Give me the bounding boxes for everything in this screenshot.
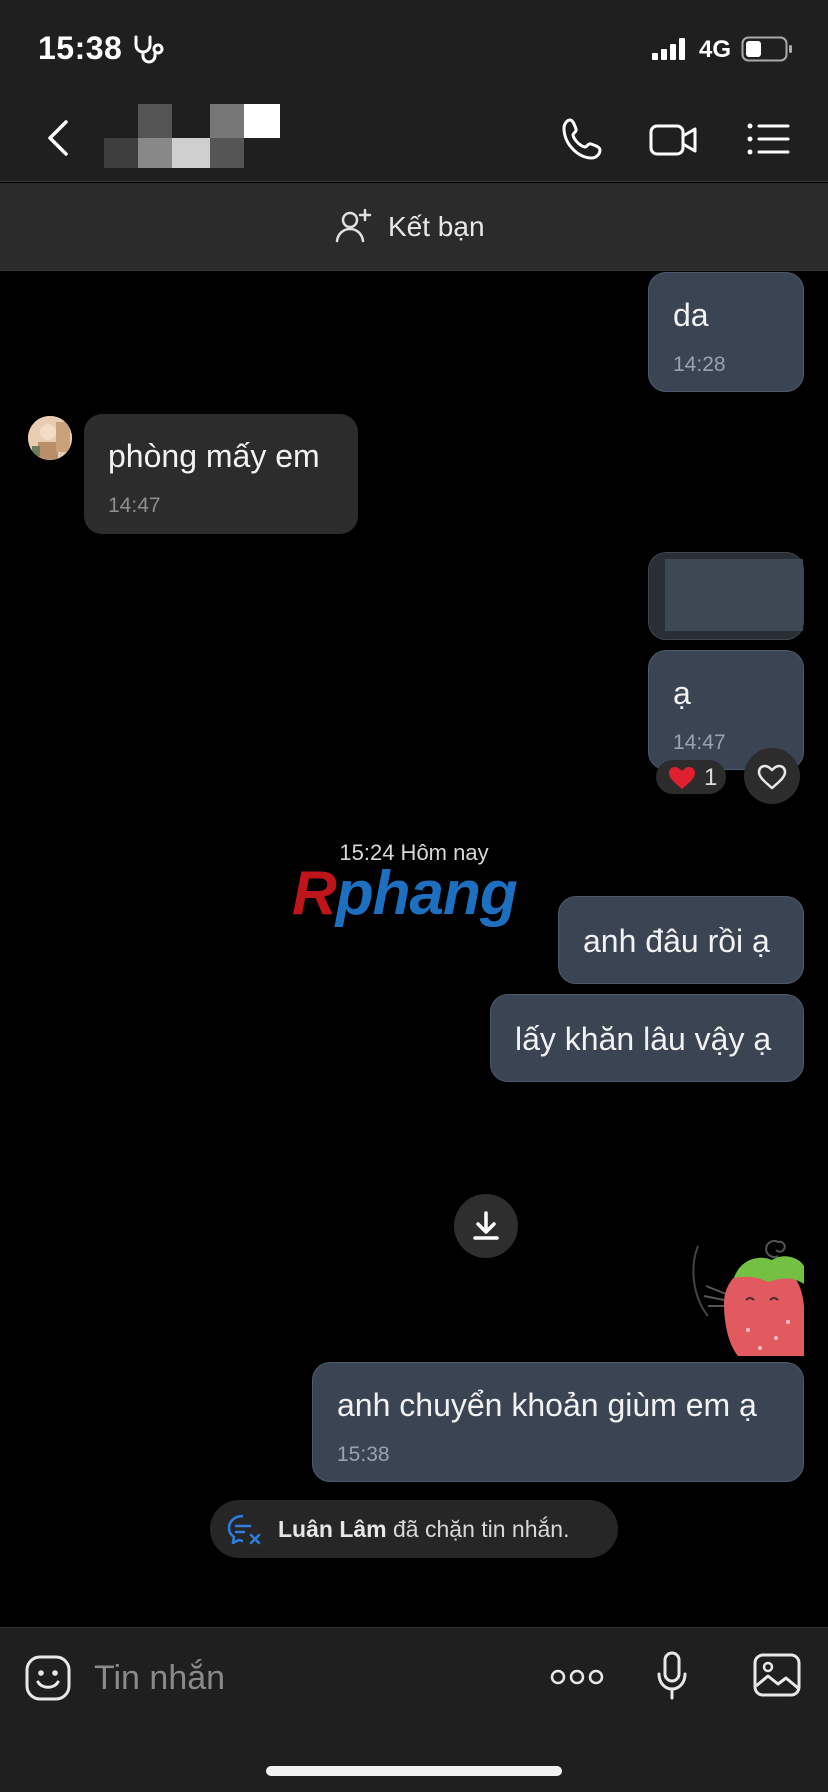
- message-bubble-outgoing[interactable]: anh đâu rồi ạ: [558, 896, 804, 984]
- add-friend-bar[interactable]: Kết bạn: [0, 183, 828, 271]
- like-button[interactable]: [744, 748, 800, 804]
- message-bubble-outgoing[interactable]: lấy khăn lâu vậy ạ: [490, 994, 804, 1082]
- message-bubble-redacted[interactable]: [648, 552, 804, 640]
- blocker-name: Luân Lâm: [278, 1516, 387, 1542]
- scroll-down-button[interactable]: [454, 1194, 518, 1258]
- reaction-badge[interactable]: 1: [656, 760, 726, 794]
- block-notice-text: Luân Lâm đã chặn tin nhắn.: [278, 1516, 570, 1543]
- add-friend-icon: [335, 208, 372, 243]
- reaction-count: 1: [704, 764, 718, 791]
- stethoscope-icon: [134, 35, 164, 64]
- block-notice: Luân Lâm đã chặn tin nhắn.: [210, 1500, 618, 1558]
- message-input[interactable]: [94, 1650, 494, 1706]
- add-friend-label: Kết bạn: [388, 211, 485, 242]
- message-text: phòng mấy em: [108, 438, 320, 474]
- network-label: 4G: [699, 36, 732, 63]
- message-time: 14:47: [108, 494, 161, 517]
- back-icon[interactable]: [40, 116, 76, 160]
- message-time: 14:47: [673, 731, 726, 754]
- message-text: da: [673, 297, 709, 333]
- message-bubble-incoming[interactable]: phòng mấy em 14:47: [84, 414, 358, 534]
- redaction-block: [665, 559, 803, 631]
- signal-icon: [652, 38, 685, 60]
- home-indicator[interactable]: [266, 1766, 562, 1776]
- menu-icon[interactable]: [744, 114, 794, 164]
- watermark-logo: Rphang: [292, 858, 518, 929]
- heart-reaction-icon: [669, 767, 695, 789]
- battery-icon: [741, 36, 792, 62]
- message-bubble-outgoing[interactable]: da 14:28: [648, 272, 804, 392]
- message-time: 14:28: [673, 353, 726, 376]
- message-text: anh chuyển khoản giùm em ạ: [337, 1387, 757, 1423]
- watermark-first: R: [292, 859, 337, 928]
- status-bar: 15:38 4G: [0, 0, 828, 96]
- microphone-icon[interactable]: [654, 1650, 690, 1702]
- download-icon: [473, 1211, 499, 1240]
- phone-icon[interactable]: [558, 114, 608, 164]
- message-text: anh đâu rồi ạ: [583, 923, 770, 959]
- avatar-image: [28, 416, 72, 460]
- status-time: 15:38: [38, 30, 123, 66]
- image-gallery-icon[interactable]: [752, 1652, 802, 1698]
- sticker-emoji-icon[interactable]: [24, 1654, 72, 1702]
- watermark-rest: phang: [335, 859, 518, 928]
- message-bubble-outgoing[interactable]: anh chuyển khoản giùm em ạ 15:38: [312, 1362, 804, 1482]
- chat-header: [0, 96, 828, 182]
- message-composer: [0, 1627, 828, 1792]
- blocked-chat-icon: [227, 1514, 261, 1545]
- message-text: lấy khăn lâu vậy ạ: [515, 1021, 772, 1057]
- message-text: ạ: [673, 675, 691, 711]
- heart-outline-icon: [757, 764, 787, 790]
- more-options-icon[interactable]: [550, 1666, 604, 1688]
- contact-name[interactable]: [104, 104, 280, 174]
- video-icon[interactable]: [648, 114, 698, 164]
- message-time: 15:38: [337, 1443, 390, 1466]
- block-notice-message: đã chặn tin nhắn.: [386, 1516, 570, 1542]
- strawberry-sticker[interactable]: [688, 1226, 804, 1356]
- avatar[interactable]: [28, 416, 72, 460]
